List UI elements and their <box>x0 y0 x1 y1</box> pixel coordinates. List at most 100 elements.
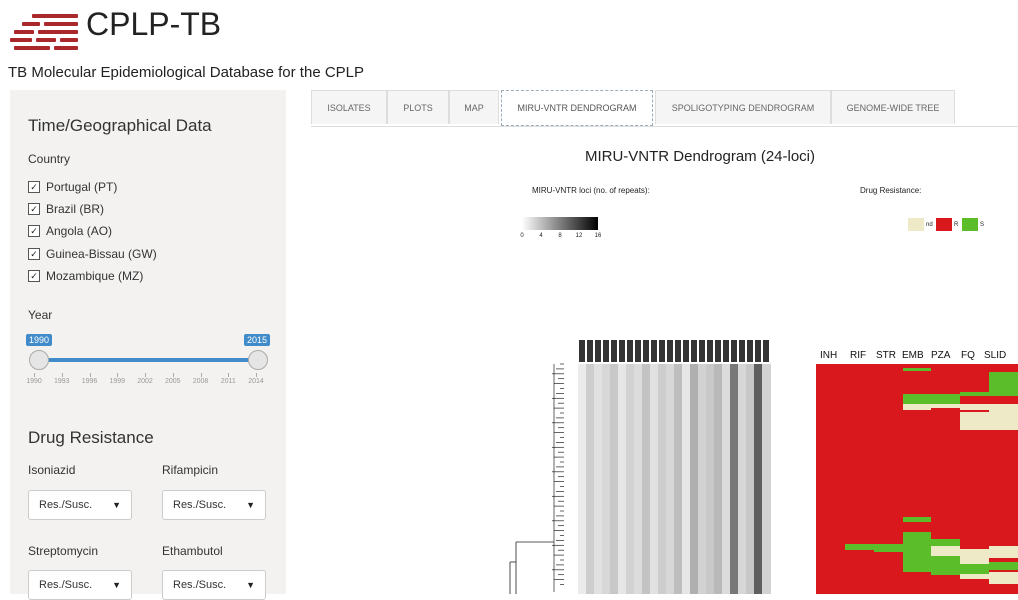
drug-heat-cell <box>989 546 1018 558</box>
country-checkbox-br[interactable]: ✓ Brazil (BR) <box>28 202 104 216</box>
year-to-badge: 2015 <box>244 334 271 346</box>
dendrogram-title: MIRU-VNTR Dendrogram (24-loci) <box>584 148 816 165</box>
scale-tick: 16 <box>594 233 602 239</box>
drug-heat-cell <box>931 404 961 408</box>
ethambutol-select[interactable]: Res./Susc. ▼ <box>162 570 266 600</box>
caret-down-icon: ▼ <box>112 580 121 590</box>
repeat-scale-gradient <box>522 217 598 230</box>
drug-heat-cell <box>902 404 932 410</box>
year-tick-mark <box>89 373 91 377</box>
legend-label-r: R <box>954 222 959 228</box>
scale-tick: 8 <box>558 233 562 239</box>
country-checkbox-pt[interactable]: ✓ Portugal (PT) <box>28 180 117 194</box>
year-from-handle[interactable] <box>29 350 49 370</box>
country-checkbox-mz[interactable]: ✓ Mozambique (MZ) <box>28 269 143 283</box>
drug-legend-title: Drug Resistance: <box>860 186 922 195</box>
drug-resistance-heatmap <box>816 364 1018 594</box>
locus-label-mark <box>755 340 761 362</box>
drug-col-pza: PZA <box>931 350 951 361</box>
select-value: Res./Susc. <box>39 499 93 511</box>
country-option-label: Mozambique (MZ) <box>46 269 144 283</box>
select-value: Res./Susc. <box>39 579 93 591</box>
scale-tick: 0 <box>520 233 524 239</box>
locus-label-mark <box>691 340 697 362</box>
year-tick-mark <box>145 373 146 377</box>
legend-label-nd: nd <box>926 222 933 228</box>
scale-tick: 12 <box>575 233 583 239</box>
repeat-scale-ticks: 0 4 8 12 16 <box>517 233 607 243</box>
isoniazid-label: Isoniazid <box>28 463 76 477</box>
tab-miru-vntr-dendrogram[interactable]: MIRU-VNTR DENDROGRAM <box>501 90 653 126</box>
year-to-handle[interactable] <box>248 350 268 370</box>
miru-vntr-heatmap <box>578 364 771 594</box>
locus-label-mark <box>675 340 681 362</box>
logo-icon <box>10 10 78 54</box>
heatmap-column <box>762 364 771 594</box>
country-checkbox-gw[interactable]: ✓ Guinea-Bissau (GW) <box>28 247 157 261</box>
locus-label-mark <box>651 340 657 362</box>
tab-map[interactable]: MAP <box>449 90 499 124</box>
caret-down-icon: ▼ <box>112 500 121 510</box>
tab-genome-wide-tree[interactable]: GENOME-WIDE TREE <box>831 90 955 124</box>
drug-heat-cell <box>960 392 990 396</box>
drug-heat-cell <box>873 544 903 552</box>
drug-col-emb: EMB <box>902 350 924 361</box>
locus-label-mark <box>763 340 769 362</box>
tab-isolates[interactable]: ISOLATES <box>311 90 387 124</box>
select-value: Res./Susc. <box>173 579 227 591</box>
drug-col-fq: FQ <box>961 350 975 361</box>
locus-label-mark <box>579 340 585 362</box>
drug-heat-cell <box>931 546 961 556</box>
checkbox-icon: ✓ <box>28 248 40 260</box>
legend-swatch-nd <box>908 218 924 231</box>
year-tick-label: 1996 <box>81 378 98 385</box>
year-tick-mark <box>228 373 230 377</box>
dendrogram-tree <box>509 363 564 594</box>
year-slider-ticks: 1990 1993 1996 1999 2002 2005 2008 2011 2014 <box>26 373 268 389</box>
drug-col-slid: SLID <box>984 350 1007 361</box>
locus-label-mark <box>627 340 633 362</box>
locus-label-mark <box>667 340 673 362</box>
rifampicin-select[interactable]: Res./Susc. ▼ <box>162 490 266 520</box>
year-tick-label: 2008 <box>192 378 209 385</box>
year-tick-mark <box>34 373 35 377</box>
tab-plots[interactable]: PLOTS <box>387 90 449 124</box>
year-tick-mark <box>172 373 174 377</box>
legend-label-s: S <box>980 222 985 228</box>
year-tick-label: 2014 <box>248 378 264 385</box>
drug-col-str: STR <box>876 350 896 361</box>
locus-label-mark <box>587 340 593 362</box>
caret-down-icon: ▼ <box>246 580 255 590</box>
year-slider-track[interactable] <box>38 358 258 362</box>
isoniazid-select[interactable]: Res./Susc. ▼ <box>28 490 132 520</box>
drug-col-inh: INH <box>820 350 838 361</box>
drug-heat-cell <box>902 368 932 371</box>
locus-label-mark <box>723 340 729 362</box>
ethambutol-label: Ethambutol <box>162 544 223 558</box>
year-tick-label: 1993 <box>53 378 70 385</box>
loci-legend-title: MIRU-VNTR loci (no. of repeats): <box>532 186 650 195</box>
country-checkbox-ao[interactable]: ✓ Angola (AO) <box>28 224 112 238</box>
year-label: Year <box>28 308 53 322</box>
legend-swatch-s <box>962 218 978 231</box>
country-label: Country <box>28 152 71 166</box>
loci-labels <box>578 340 770 364</box>
streptomycin-select[interactable]: Res./Susc. ▼ <box>28 570 132 600</box>
tab-spoligotyping-dendrogram[interactable]: SPOLIGOTYPING DENDROGRAM <box>655 90 831 124</box>
country-option-label: Angola (AO) <box>46 224 113 238</box>
caret-down-icon: ▼ <box>246 500 255 510</box>
drug-heat-cell <box>960 412 990 430</box>
drug-heat-cell <box>931 539 961 575</box>
locus-label-mark <box>739 340 745 362</box>
select-value: Res./Susc. <box>173 499 227 511</box>
time-geo-title: Time/Geographical Data <box>28 116 212 135</box>
drug-heat-cell <box>989 572 1018 584</box>
locus-label-mark <box>619 340 625 362</box>
locus-label-mark <box>635 340 641 362</box>
streptomycin-label: Streptomycin <box>28 544 99 558</box>
drug-heat-cell <box>960 564 990 574</box>
legend-swatch-r <box>936 218 952 231</box>
checkbox-icon: ✓ <box>28 181 40 193</box>
locus-label-mark <box>731 340 737 362</box>
country-option-label: Guinea-Bissau (GW) <box>46 247 157 261</box>
